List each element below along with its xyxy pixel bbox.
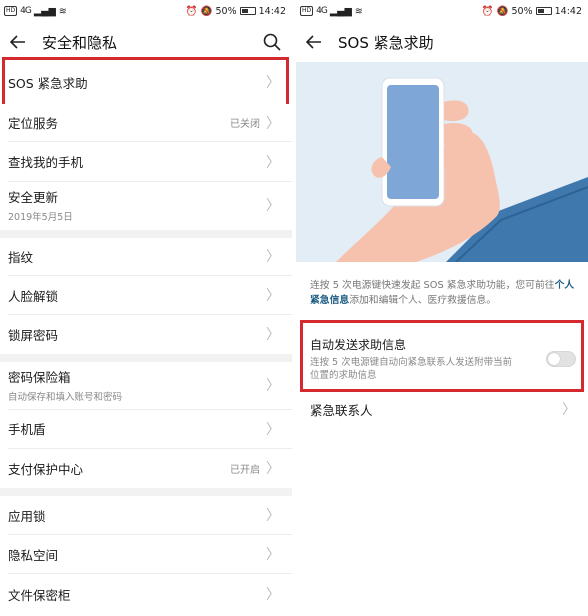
description-text: 添加和编辑个人、医疗救援信息。 (349, 295, 497, 306)
hand-phone-icon (296, 62, 588, 262)
chevron-right-icon: 〉 (266, 327, 280, 343)
description-text: 连按 5 次电源键快速发起 SOS 紧急求助功能，您可前往 (310, 280, 555, 291)
item-label: 安全更新 (8, 190, 59, 205)
emergency-contacts-item[interactable]: 紧急联系人 〉 (296, 392, 588, 426)
chevron-right-icon: 〉 (266, 508, 280, 524)
fingerprint-item[interactable]: 指纹 〉 (0, 238, 292, 274)
status-bar: HD 4G ▂▄▆ ≋ ⏰ 🔕 50% 14:42 (0, 0, 292, 22)
page-title: SOS 紧急求助 (338, 33, 434, 52)
item-label: 锁屏密码 (8, 327, 59, 343)
clock: 14:42 (554, 5, 582, 17)
signal-bars-icon: ▂▄▆ (329, 5, 352, 17)
search-icon[interactable] (262, 32, 282, 52)
payment-protection-item[interactable]: 支付保护中心 已开启 〉 (0, 449, 292, 487)
group-gap (0, 230, 292, 238)
item-subtitle: 2019年5月5日 (8, 212, 73, 223)
signal-icon: 4G (316, 6, 328, 16)
chevron-right-icon: 〉 (266, 421, 280, 438)
item-label: SOS 紧急求助 (8, 75, 88, 91)
lock-screen-password-item[interactable]: 锁屏密码 〉 (0, 315, 292, 353)
title-bar: SOS 紧急求助 (296, 22, 588, 62)
hand-holding-phone-illustration (296, 62, 588, 262)
battery-percent: 50% (215, 5, 237, 17)
back-button[interactable] (304, 32, 324, 52)
signal-bars-icon: ▂▄▆ (33, 5, 56, 17)
security-privacy-screen: HD 4G ▂▄▆ ≋ ⏰ 🔕 50% 14:42 安全和隐私 SOS 紧急求助… (0, 0, 292, 616)
status-bar: HD 4G ▂▄▆ ≋ ⏰ 🔕 50% 14:42 (296, 0, 588, 22)
phone-shield-item[interactable]: 手机盾 〉 (0, 410, 292, 447)
auto-send-help-message-item[interactable]: 自动发送求助信息 连按 5 次电源键自动向紧急联系人发送附带当前位置的求助信息 (296, 330, 588, 388)
battery-percent: 50% (511, 5, 533, 17)
item-label: 隐私空间 (8, 547, 59, 563)
item-status: 已开启 (230, 464, 260, 476)
item-label: 定位服务 (8, 116, 59, 131)
face-unlock-item[interactable]: 人脸解锁 〉 (0, 276, 292, 314)
mute-icon: 🔕 (496, 5, 509, 17)
item-label: 指纹 (8, 249, 34, 265)
item-label: 应用锁 (8, 508, 46, 524)
chevron-right-icon: 〉 (266, 154, 280, 171)
item-label: 紧急联系人 (310, 402, 373, 418)
group-gap (0, 488, 292, 496)
sos-emergency-screen: HD 4G ▂▄▆ ≋ ⏰ 🔕 50% 14:42 SOS 紧急求助 连按 5 … (296, 0, 588, 616)
hd-indicator: HD (300, 6, 314, 16)
app-lock-item[interactable]: 应用锁 〉 (0, 496, 292, 534)
arrow-left-icon (10, 35, 25, 49)
item-status: 已关闭 (230, 119, 260, 130)
location-services-item[interactable]: 定位服务 已关闭 〉 (0, 104, 292, 141)
hd-indicator: HD (4, 6, 18, 16)
item-label: 密码保险箱 (8, 370, 71, 385)
alarm-icon: ⏰ (185, 5, 198, 17)
item-label: 查找我的手机 (8, 155, 84, 170)
wifi-icon: ≋ (354, 5, 363, 17)
chevron-right-icon: 〉 (266, 461, 280, 477)
item-subtitle: 连按 5 次电源键自动向紧急联系人发送附带当前位置的求助信息 (310, 357, 513, 381)
wifi-icon: ≋ (58, 5, 67, 17)
item-label: 文件保密柜 (8, 587, 71, 603)
sos-emergency-item[interactable]: SOS 紧急求助 〉 (0, 62, 292, 102)
clock: 14:42 (258, 5, 286, 17)
title-bar: 安全和隐私 (0, 22, 292, 62)
back-button[interactable] (8, 32, 28, 52)
chevron-right-icon: 〉 (266, 547, 280, 563)
mute-icon: 🔕 (200, 5, 213, 17)
private-space-item[interactable]: 隐私空间 〉 (0, 535, 292, 573)
auto-send-toggle[interactable] (546, 351, 576, 367)
find-my-phone-item[interactable]: 查找我的手机 〉 (0, 142, 292, 181)
password-vault-item[interactable]: 密码保险箱 自动保存和填入账号和密码 〉 (0, 362, 292, 408)
page-title: 安全和隐私 (42, 33, 118, 52)
chevron-right-icon: 〉 (266, 587, 280, 603)
chevron-right-icon: 〉 (266, 198, 280, 214)
chevron-right-icon: 〉 (266, 75, 280, 91)
chevron-right-icon: 〉 (266, 115, 280, 132)
item-label: 自动发送求助信息 (310, 338, 407, 352)
item-label: 手机盾 (8, 422, 46, 437)
alarm-icon: ⏰ (481, 5, 494, 17)
chevron-right-icon: 〉 (266, 378, 280, 394)
security-update-item[interactable]: 安全更新 2019年5月5日 〉 (0, 182, 292, 228)
battery-icon (239, 7, 256, 15)
chevron-right-icon: 〉 (266, 249, 280, 265)
signal-icon: 4G (20, 6, 32, 16)
file-safe-item[interactable]: 文件保密柜 〉 (0, 574, 292, 614)
arrow-left-icon (306, 35, 321, 49)
item-subtitle: 自动保存和填入账号和密码 (8, 392, 123, 403)
item-label: 人脸解锁 (8, 288, 59, 304)
group-gap (0, 354, 292, 362)
battery-icon (535, 7, 552, 15)
chevron-right-icon: 〉 (562, 402, 576, 418)
sos-description: 连按 5 次电源键快速发起 SOS 紧急求助功能，您可前往个人紧急信息添加和编辑… (310, 278, 580, 308)
chevron-right-icon: 〉 (266, 288, 280, 304)
toggle-knob (548, 353, 560, 365)
item-label: 支付保护中心 (8, 461, 84, 477)
